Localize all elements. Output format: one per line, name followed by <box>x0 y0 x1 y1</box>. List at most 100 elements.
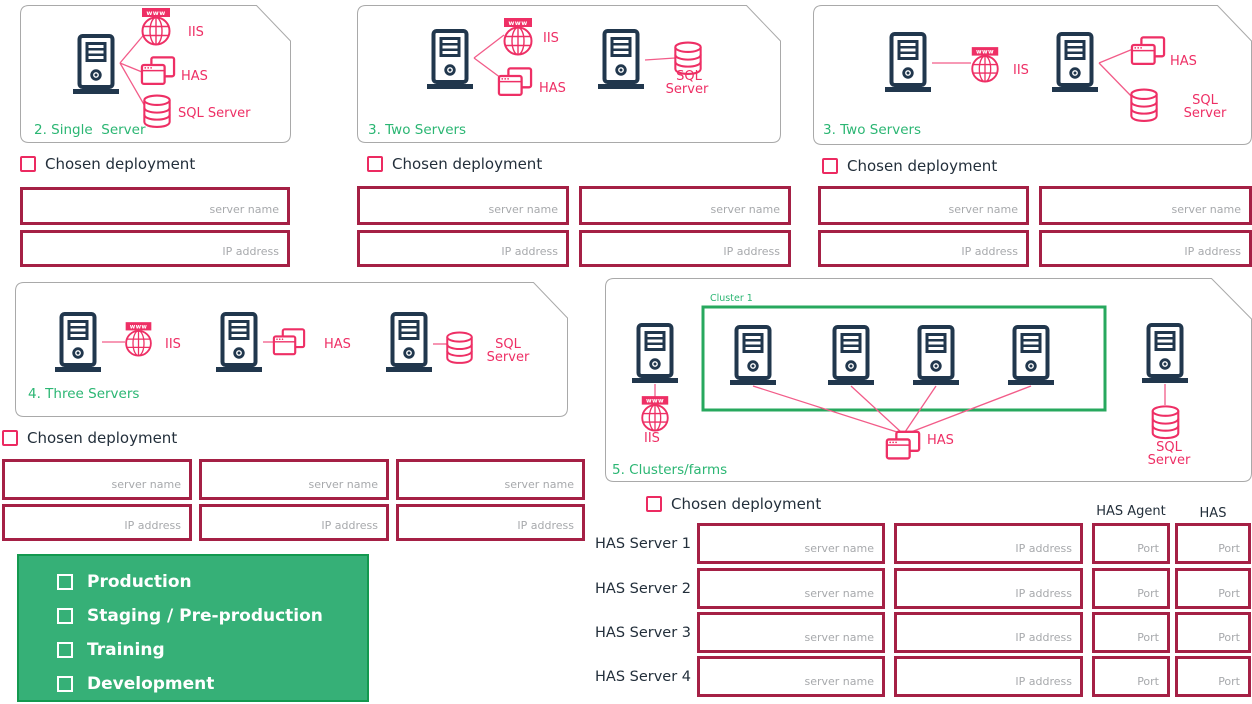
sql-database-icon <box>1131 90 1156 121</box>
has-server-name-field[interactable]: server name <box>697 568 885 609</box>
server-name-field[interactable]: server name <box>199 459 389 500</box>
server-name-field[interactable]: server name <box>396 459 585 500</box>
server-name-field[interactable]: server name <box>2 459 192 500</box>
ip-address-field[interactable]: IP address <box>396 504 585 541</box>
development-checkbox[interactable] <box>57 676 73 692</box>
sql-label-line2: Server <box>666 82 709 97</box>
ip-address-field[interactable]: IP address <box>2 504 192 541</box>
server-icon <box>828 327 874 385</box>
ip-address-field[interactable]: IP address <box>579 230 791 267</box>
deployment-form-page: www IIS HAS <box>0 0 1252 704</box>
server-name-placeholder: server name <box>804 587 874 600</box>
panel-clusters-farms: Cluster 1 IIS HAS SQL Server 5. Clusters… <box>605 278 1252 482</box>
server-name-field[interactable]: server name <box>20 187 290 225</box>
environment-row-production: Production <box>57 572 192 592</box>
has-agent-port-header: HAS Agent <box>1092 504 1170 519</box>
panel-three-servers: IIS HAS SQL Server 4. Three Servers <box>15 282 568 417</box>
port-placeholder: Port <box>1218 587 1240 600</box>
sql-label-line2: Server <box>1184 106 1227 121</box>
has-label: HAS <box>927 433 954 448</box>
has-server-ip-field[interactable]: IP address <box>894 568 1083 609</box>
ip-address-placeholder: IP address <box>1015 542 1072 555</box>
ip-address-placeholder: IP address <box>961 245 1018 258</box>
port-placeholder: Port <box>1137 587 1159 600</box>
has-label: HAS <box>1170 54 1197 69</box>
port-placeholder: Port <box>1218 542 1240 555</box>
ip-address-placeholder: IP address <box>517 519 574 532</box>
chosen-deployment-row-clusters: Chosen deployment <box>646 495 821 513</box>
chosen-deployment-row-three: Chosen deployment <box>2 429 177 447</box>
chosen-deployment-row-single: Chosen deployment <box>20 155 195 173</box>
iis-label: IIS <box>1013 63 1029 78</box>
cluster-box-label: Cluster 1 <box>710 293 753 304</box>
has-server-row-label: HAS Server 1 <box>595 523 691 564</box>
panel-title: 3. Two Servers <box>368 122 466 138</box>
has-label: HAS <box>181 69 208 84</box>
has-server-ip-field[interactable]: IP address <box>894 656 1083 697</box>
chosen-deployment-row-two-a: Chosen deployment <box>367 155 542 173</box>
iis-label: IIS <box>165 337 181 352</box>
server-icon <box>598 31 644 89</box>
has-port-field[interactable]: Port <box>1175 612 1251 653</box>
server-name-field[interactable]: server name <box>1039 186 1252 225</box>
server-name-field[interactable]: server name <box>818 186 1029 225</box>
has-agent-port-field[interactable]: Port <box>1092 523 1170 564</box>
server-name-placeholder: server name <box>710 203 780 216</box>
server-name-placeholder: server name <box>111 478 181 491</box>
server-name-placeholder: server name <box>488 203 558 216</box>
chosen-deployment-checkbox[interactable] <box>646 496 662 512</box>
chosen-deployment-checkbox[interactable] <box>2 430 18 446</box>
ip-address-placeholder: IP address <box>1015 675 1072 688</box>
server-icon <box>730 327 776 385</box>
port-placeholder: Port <box>1218 675 1240 688</box>
server-name-placeholder: server name <box>804 542 874 555</box>
ip-address-placeholder: IP address <box>1015 631 1072 644</box>
training-label: Training <box>87 640 165 660</box>
staging-checkbox[interactable] <box>57 608 73 624</box>
server-name-field[interactable]: server name <box>357 186 569 225</box>
panel-title: 2. Single Server <box>34 122 146 138</box>
chosen-deployment-checkbox[interactable] <box>367 156 383 172</box>
environment-selection-box: Production Staging / Pre-production Trai… <box>17 554 369 702</box>
training-checkbox[interactable] <box>57 642 73 658</box>
ip-address-field[interactable]: IP address <box>357 230 569 267</box>
chosen-deployment-label: Chosen deployment <box>671 495 821 513</box>
production-checkbox[interactable] <box>57 574 73 590</box>
has-port-field[interactable]: Port <box>1175 656 1251 697</box>
ip-address-field[interactable]: IP address <box>1039 230 1252 267</box>
server-icon <box>55 314 101 372</box>
ip-address-placeholder: IP address <box>321 519 378 532</box>
has-agent-port-field[interactable]: Port <box>1092 568 1170 609</box>
server-name-field[interactable]: server name <box>579 186 791 225</box>
chosen-deployment-label: Chosen deployment <box>27 429 177 447</box>
has-server-name-field[interactable]: server name <box>697 612 885 653</box>
ip-address-placeholder: IP address <box>723 245 780 258</box>
has-port-header: HAS <box>1175 506 1251 521</box>
server-icon <box>427 31 473 89</box>
chosen-deployment-label: Chosen deployment <box>392 155 542 173</box>
ip-address-field[interactable]: IP address <box>20 230 290 267</box>
iis-globe-icon <box>504 18 532 55</box>
ip-address-field[interactable]: IP address <box>199 504 389 541</box>
chosen-deployment-checkbox[interactable] <box>822 158 838 174</box>
has-agent-port-field[interactable]: Port <box>1092 656 1170 697</box>
has-server-name-field[interactable]: server name <box>697 656 885 697</box>
has-server-ip-field[interactable]: IP address <box>894 612 1083 653</box>
environment-row-development: Development <box>57 674 214 694</box>
environment-row-staging: Staging / Pre-production <box>57 606 323 626</box>
has-server-name-field[interactable]: server name <box>697 523 885 564</box>
port-placeholder: Port <box>1137 675 1159 688</box>
has-server-ip-field[interactable]: IP address <box>894 523 1083 564</box>
server-icon <box>885 34 931 92</box>
ip-address-field[interactable]: IP address <box>818 230 1029 267</box>
has-server-row-label: HAS Server 2 <box>595 568 691 609</box>
has-agent-port-field[interactable]: Port <box>1092 612 1170 653</box>
has-port-field[interactable]: Port <box>1175 523 1251 564</box>
has-port-field[interactable]: Port <box>1175 568 1251 609</box>
sql-server-label: SQL Server <box>178 106 251 121</box>
sql-label-line2: Server <box>487 350 530 365</box>
server-name-placeholder: server name <box>209 203 279 216</box>
panel-single-server: IIS HAS SQL Server 2. Single Server <box>20 5 291 143</box>
server-icon <box>73 36 119 94</box>
chosen-deployment-checkbox[interactable] <box>20 156 36 172</box>
